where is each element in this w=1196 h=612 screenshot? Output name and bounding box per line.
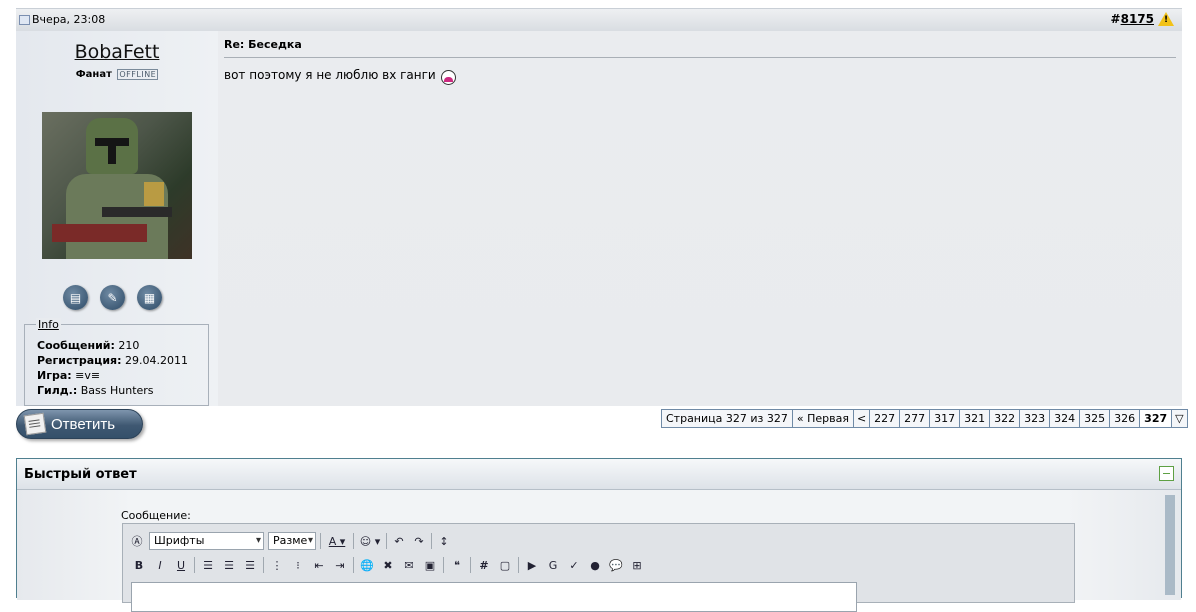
post-date-text: Вчера, 23:08: [32, 13, 106, 26]
scrollbar[interactable]: [1165, 495, 1175, 595]
post-message: вот поэтому я не люблю вх ганги: [224, 67, 456, 85]
quick-reply-header: Быстрый ответ: [17, 459, 1181, 490]
code-icon[interactable]: #: [476, 557, 492, 573]
youtube-icon[interactable]: ▶: [524, 557, 540, 573]
smilies-icon[interactable]: ☺ ▾: [358, 533, 382, 549]
spellcheck-icon[interactable]: ✓: [566, 557, 582, 573]
remove-link-icon[interactable]: ✖: [380, 557, 396, 573]
ordered-list-icon[interactable]: ⋮: [269, 557, 285, 573]
page-link[interactable]: 227: [870, 410, 901, 427]
remove-format-icon[interactable]: Ⓐ: [129, 533, 145, 549]
pagination: Страница 327 из 327 « Первая < 227 277 3…: [661, 409, 1188, 428]
reply-icon: [23, 412, 47, 436]
quick-reply-panel: Быстрый ответ Сообщение: Ⓐ Шрифты Разме …: [16, 458, 1182, 612]
profile-icon[interactable]: ▤: [63, 285, 88, 310]
bold-icon[interactable]: B: [131, 557, 147, 573]
collapse-toggle-icon[interactable]: [1159, 466, 1174, 481]
outdent-icon[interactable]: ⇤: [311, 557, 327, 573]
page-jump-menu-icon[interactable]: ▽: [1172, 410, 1187, 427]
stat-game: Игра: ≡v≡: [37, 369, 101, 382]
expand-icon[interactable]: ⊞: [629, 557, 645, 573]
prev-page-link[interactable]: <: [853, 410, 871, 427]
sad-smiley-icon: [440, 70, 456, 85]
message-label: Сообщение:: [121, 509, 191, 522]
user-info-box: Info Сообщений: 210 Регистрация: 29.04.2…: [24, 318, 209, 406]
post-divider: [224, 57, 1176, 58]
page-link[interactable]: 277: [900, 410, 931, 427]
insert-image-icon[interactable]: ▣: [422, 557, 438, 573]
page-link[interactable]: 325: [1080, 410, 1111, 427]
user-title: Фанат OFFLINE: [16, 69, 218, 80]
comment-icon[interactable]: 💬: [608, 557, 624, 573]
reply-button-label: Ответить: [51, 415, 116, 433]
user-posts-icon[interactable]: ▦: [137, 285, 162, 310]
page-link[interactable]: 324: [1050, 410, 1081, 427]
post: Вчера, 23:08 #8175 ! BobaFett Фанат OFFL…: [16, 8, 1182, 406]
google-icon[interactable]: G: [545, 557, 561, 573]
message-textarea[interactable]: [131, 582, 857, 612]
stat-registration: Регистрация: 29.04.2011: [37, 354, 188, 367]
page-link[interactable]: 317: [930, 410, 961, 427]
offline-status-badge: OFFLINE: [117, 69, 159, 80]
page-link[interactable]: 322: [990, 410, 1021, 427]
warning-mark: !: [1164, 15, 1169, 25]
stat-posts: Сообщений: 210: [37, 339, 140, 352]
page-count-label: Страница 327 из 327: [662, 410, 793, 427]
align-left-icon[interactable]: ☰: [200, 557, 216, 573]
post-message-text: вот поэтому я не люблю вх ганги: [224, 67, 436, 82]
reply-button[interactable]: Ответить: [16, 409, 143, 439]
align-center-icon[interactable]: ☰: [221, 557, 237, 573]
unordered-list-icon[interactable]: ⁝: [290, 557, 306, 573]
text-color-icon[interactable]: A ▾: [325, 533, 349, 549]
page-link[interactable]: 323: [1020, 410, 1051, 427]
post-title: Re: Беседка: [224, 38, 302, 51]
post-number: #8175: [1111, 12, 1154, 26]
insert-link-icon[interactable]: 🌐: [359, 557, 375, 573]
size-select[interactable]: Разме: [268, 532, 316, 550]
user-action-buttons: ▤ ✎ ▦: [63, 285, 162, 310]
editor: Ⓐ Шрифты Разме A ▾ ☺ ▾ ↶ ↷ ↕ B I U ☰ ☰: [122, 523, 1075, 612]
private-message-icon[interactable]: ✎: [100, 285, 125, 310]
post-header: Вчера, 23:08 #8175 !: [16, 8, 1182, 31]
php-icon[interactable]: ▢: [497, 557, 513, 573]
align-right-icon[interactable]: ☰: [242, 557, 258, 573]
avatar[interactable]: [42, 112, 192, 259]
indent-icon[interactable]: ⇥: [332, 557, 348, 573]
post-number-hash: #: [1110, 12, 1121, 26]
quick-reply-body: Сообщение: Ⓐ Шрифты Разме A ▾ ☺ ▾ ↶ ↷ ↕ …: [17, 490, 1181, 612]
post-body: Re: Беседка вот поэтому я не люблю вх га…: [218, 31, 1182, 406]
post-status-icon: [19, 14, 30, 25]
undo-icon[interactable]: ↶: [391, 533, 407, 549]
first-page-link[interactable]: « Первая: [792, 410, 854, 427]
user-stats: Сообщений: 210 Регистрация: 29.04.2011 И…: [37, 338, 188, 398]
user-info-panel: BobaFett Фанат OFFLINE ▤ ✎ ▦ Info Сообще…: [16, 31, 218, 406]
redo-icon[interactable]: ↷: [411, 533, 427, 549]
editor-toolbar-row-1: Ⓐ Шрифты Разме A ▾ ☺ ▾ ↶ ↷ ↕: [129, 532, 452, 550]
report-warning-icon[interactable]: !: [1158, 12, 1174, 26]
current-page: 327: [1140, 410, 1173, 427]
underline-icon[interactable]: U: [173, 557, 189, 573]
username-link[interactable]: BobaFett: [16, 41, 218, 63]
stat-guild: Гилд.: Bass Hunters: [37, 384, 154, 397]
quick-reply-title: Быстрый ответ: [24, 467, 137, 482]
quote-icon[interactable]: ❝: [449, 557, 465, 573]
user-title-text: Фанат: [75, 69, 112, 80]
post-number-link[interactable]: 8175: [1121, 12, 1154, 26]
media-icon[interactable]: ●: [587, 557, 603, 573]
info-legend[interactable]: Info: [36, 318, 61, 331]
post-date: Вчера, 23:08: [19, 13, 105, 26]
page-link[interactable]: 321: [960, 410, 991, 427]
resize-icon[interactable]: ↕: [436, 533, 452, 549]
insert-email-icon[interactable]: ✉: [401, 557, 417, 573]
italic-icon[interactable]: I: [152, 557, 168, 573]
page-link[interactable]: 326: [1110, 410, 1141, 427]
editor-toolbar-row-2: B I U ☰ ☰ ☰ ⋮ ⁝ ⇤ ⇥ 🌐 ✖ ✉ ▣ ❝ # ▢ ▶ G ✓ …: [131, 557, 645, 573]
font-select[interactable]: Шрифты: [149, 532, 264, 550]
